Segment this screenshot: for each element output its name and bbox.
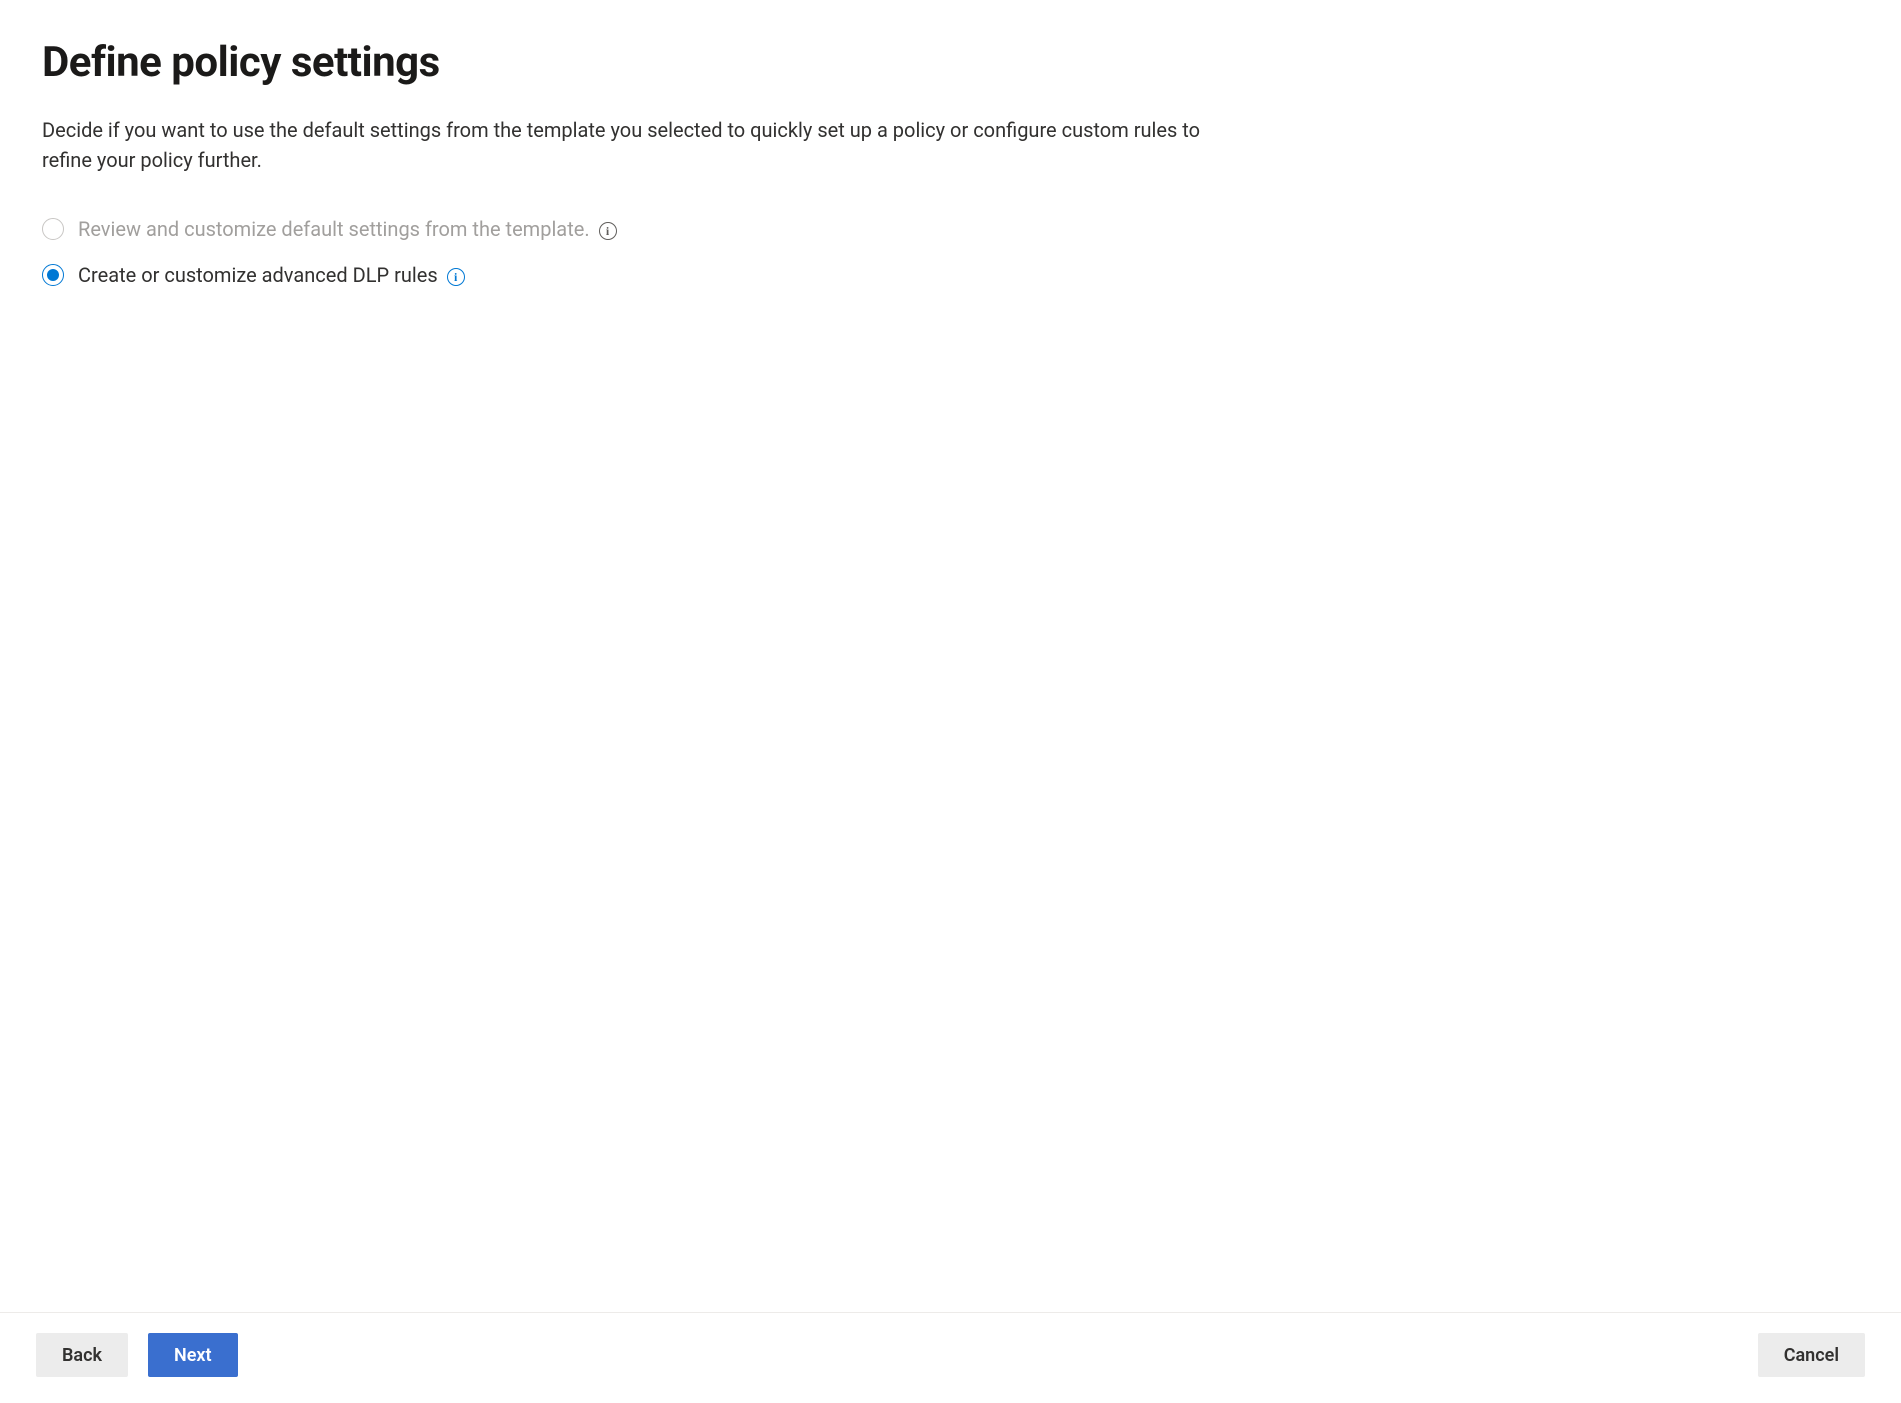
wizard-footer: Back Next Cancel: [0, 1312, 1901, 1403]
radio-circle[interactable]: [42, 264, 64, 286]
page-title: Define policy settings: [42, 38, 1859, 87]
page-description: Decide if you want to use the default se…: [42, 115, 1242, 175]
radio-option-create-advanced[interactable]: Create or customize advanced DLP rules i: [42, 263, 1859, 287]
radio-label-review-default: Review and customize default settings fr…: [78, 217, 590, 241]
info-icon[interactable]: i: [447, 268, 465, 286]
policy-settings-radio-group: Review and customize default settings fr…: [42, 217, 1859, 287]
radio-option-review-default: Review and customize default settings fr…: [42, 217, 1859, 241]
main-content: Define policy settings Decide if you wan…: [0, 0, 1901, 1312]
radio-circle: [42, 218, 64, 240]
cancel-button[interactable]: Cancel: [1758, 1333, 1865, 1377]
back-button[interactable]: Back: [36, 1333, 128, 1377]
radio-label-create-advanced: Create or customize advanced DLP rules: [78, 263, 438, 287]
next-button[interactable]: Next: [148, 1333, 238, 1377]
info-icon[interactable]: i: [599, 222, 617, 240]
